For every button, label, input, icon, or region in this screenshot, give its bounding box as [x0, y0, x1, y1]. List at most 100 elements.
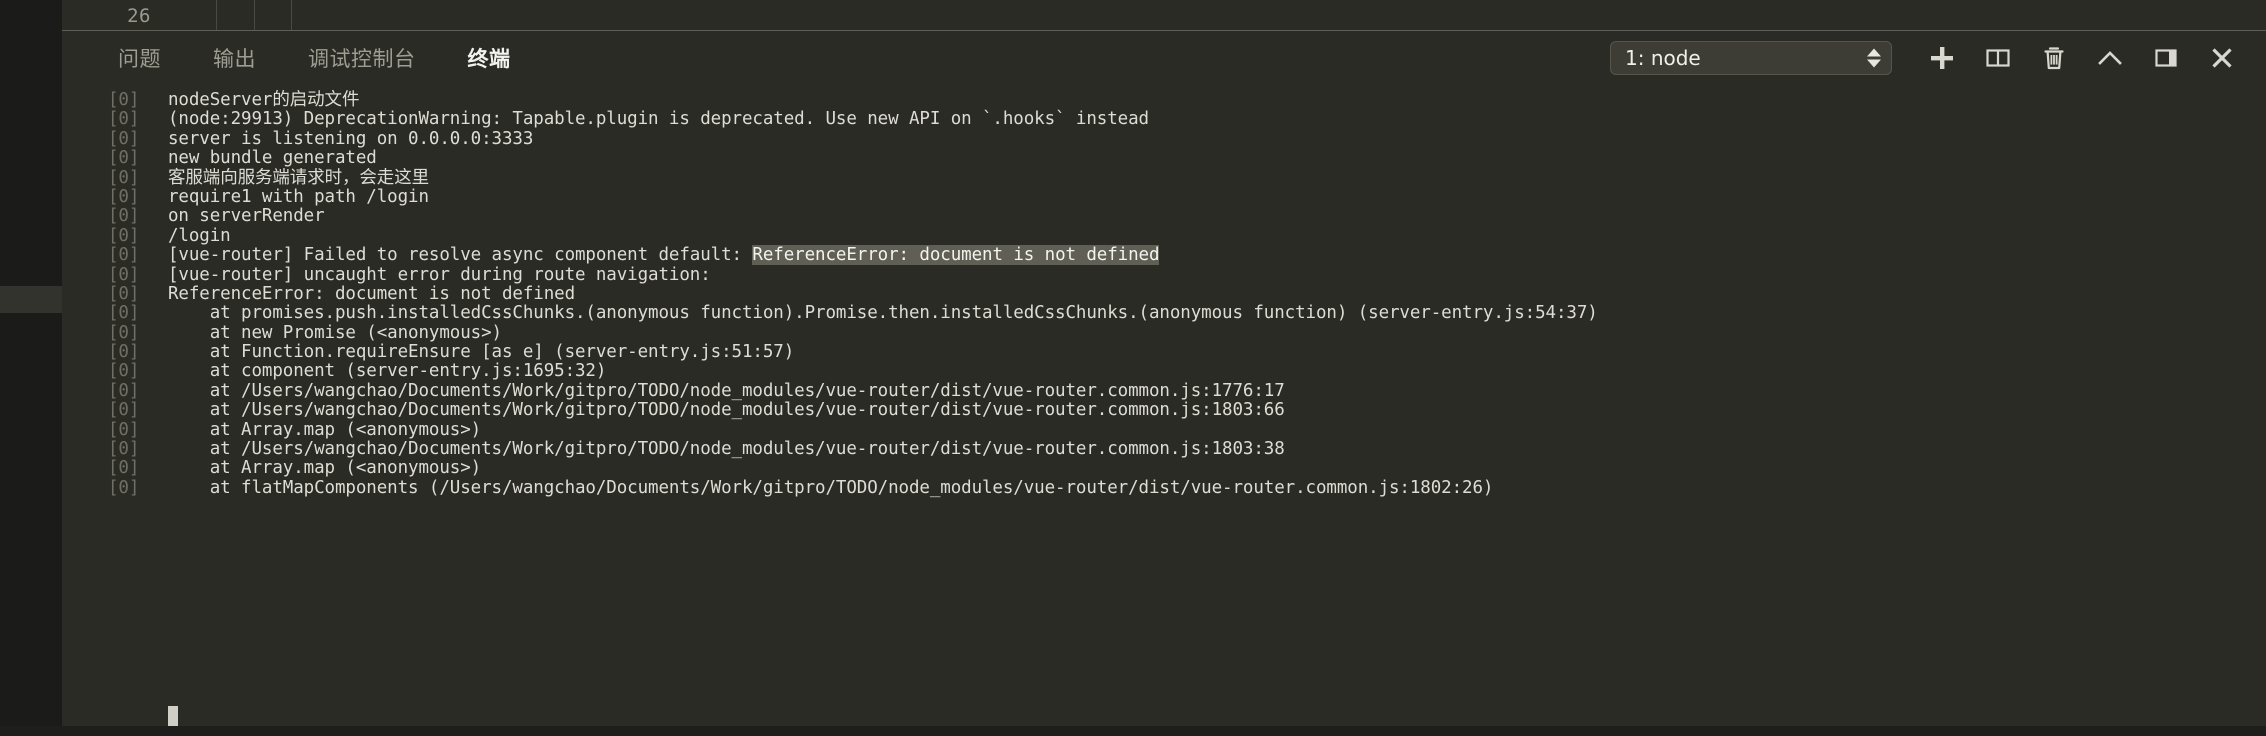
terminal-instance-select-value: 1: node — [1625, 46, 1701, 70]
chevron-down-icon — [1867, 59, 1881, 68]
terminal-line-prefix: [0] — [108, 245, 140, 266]
editor-remnant-strip: 26 — [0, 0, 2266, 30]
activity-bar — [0, 0, 62, 736]
new-terminal-button[interactable] — [1914, 36, 1970, 80]
tab-terminal[interactable]: 终端 — [442, 31, 537, 85]
editor-column-divider — [254, 0, 255, 30]
chevron-up-icon — [2096, 45, 2124, 71]
terminal-line-prefix: [0] — [108, 303, 140, 324]
terminal-line: [0] at /Users/wangchao/Documents/Work/gi… — [62, 439, 2266, 460]
terminal-line: [0] at /Users/wangchao/Documents/Work/gi… — [62, 400, 2266, 421]
chevron-up-icon — [1867, 48, 1881, 57]
terminal-line-text: (node:29913) DeprecationWarning: Tapable… — [168, 109, 1149, 130]
terminal-line: [0] at /Users/wangchao/Documents/Work/gi… — [62, 380, 2266, 401]
terminal-line-prefix: [0] — [108, 264, 140, 285]
panel-tab-list: 问题 输出 调试控制台 终端 — [92, 31, 537, 85]
terminal-line-prefix: [0] — [108, 380, 140, 401]
stepper-arrows-icon[interactable] — [1867, 48, 1881, 68]
close-panel-button[interactable] — [2194, 36, 2250, 80]
terminal-line: [0] server is listening on 0.0.0.0:3333 — [62, 128, 2266, 149]
tab-problems[interactable]: 问题 — [92, 31, 187, 85]
terminal-line-text: at promises.push.installedCssChunks.(ano… — [168, 303, 1598, 324]
terminal-line-prefix: [0] — [108, 148, 140, 169]
terminal-line: [0] nodeServer的启动文件 — [62, 90, 2266, 110]
activity-bar-indicator — [0, 286, 62, 313]
terminal-line-text: on serverRender — [168, 206, 325, 227]
terminal-line-prefix: [0] — [108, 400, 140, 421]
terminal-line-prefix: [0] — [108, 109, 140, 130]
panel-actions: 1: node — [1610, 31, 2250, 85]
terminal-selection-highlight: ReferenceError: document is not defined — [752, 245, 1160, 266]
tab-output-label: 输出 — [213, 47, 256, 71]
terminal-line-prefix: [0] — [108, 458, 140, 479]
terminal-output[interactable]: [0] nodeServer的启动文件 [0] (node:29913) Deprec… — [62, 85, 2266, 736]
terminal-line-prefix: [0] — [108, 167, 140, 188]
terminal-line: [0] [vue-router] Failed to resolve async … — [62, 245, 2266, 266]
terminal-line-prefix: [0] — [108, 439, 140, 460]
vscode-window: 26 问题 输出 调试控制台 终端 1: node [0] nodeServer… — [0, 0, 2266, 736]
terminal-line-prefix: [0] — [108, 361, 140, 382]
maximize-panel-button[interactable] — [2082, 36, 2138, 80]
terminal-line-text: at Array.map (<anonymous>) — [168, 458, 482, 479]
plus-icon — [1929, 45, 1955, 71]
editor-line-number: 26 — [127, 5, 151, 27]
terminal-line-text: new bundle generated — [168, 148, 377, 169]
terminal-line: [0] at flatMapComponents (/Users/wangcha… — [62, 477, 2266, 498]
tab-debug-console-label: 调试控制台 — [308, 47, 416, 71]
terminal-line: [0] /login — [62, 225, 2266, 246]
terminal-line-text: [vue-router] Failed to resolve async com… — [168, 245, 1160, 266]
terminal-line-text: server is listening on 0.0.0.0:3333 — [168, 128, 534, 149]
status-bar — [0, 726, 2266, 736]
editor-column-divider — [291, 0, 292, 30]
terminal-line-prefix: [0] — [108, 477, 140, 498]
terminal-line-text: at /Users/wangchao/Documents/Work/gitpro… — [168, 439, 1285, 460]
panel-header: 问题 输出 调试控制台 终端 1: node — [62, 31, 2266, 85]
tab-debug-console[interactable]: 调试控制台 — [282, 31, 442, 85]
terminal-line: [0] [vue-router] uncaught error during ro… — [62, 264, 2266, 285]
terminal-line-text: at new Promise (<anonymous>) — [168, 322, 502, 343]
panel-layout-icon — [2153, 45, 2179, 71]
terminal-line-text: /login — [168, 225, 231, 246]
tab-terminal-label: 终端 — [467, 47, 511, 71]
terminal-line-prefix: [0] — [108, 225, 140, 246]
kill-terminal-button[interactable] — [2026, 36, 2082, 80]
terminal-line: [0] ReferenceError: document is not defin… — [62, 283, 2266, 304]
terminal-line-text: at Function.requireEnsure [as e] (server… — [168, 342, 795, 363]
terminal-line-prefix: [0] — [108, 342, 140, 363]
terminal-line-text: at Array.map (<anonymous>) — [168, 419, 482, 440]
terminal-line-prefix: [0] — [108, 419, 140, 440]
terminal-line: [0] at Function.requireEnsure [as e] (se… — [62, 342, 2266, 363]
terminal-line-text: ReferenceError: document is not defined — [168, 283, 575, 304]
terminal-line: [0] require1 with path /login — [62, 186, 2266, 207]
terminal-line-text: require1 with path /login — [168, 186, 429, 207]
terminal-cursor — [168, 706, 178, 726]
terminal-line-prefix: [0] — [108, 90, 140, 110]
terminal-line: [0] new bundle generated — [62, 148, 2266, 169]
terminal-line-text: at flatMapComponents (/Users/wangchao/Do… — [168, 477, 1494, 498]
close-x-icon — [2209, 45, 2235, 71]
terminal-line: [0] at promises.push.installedCssChunks.… — [62, 303, 2266, 324]
tab-output[interactable]: 输出 — [187, 31, 282, 85]
split-panel-icon — [1985, 45, 2011, 71]
toggle-panel-position-button[interactable] — [2138, 36, 2194, 80]
tab-problems-label: 问题 — [118, 47, 161, 71]
terminal-line: [0] 客服端向服务端请求时，会走这里 — [62, 167, 2266, 188]
terminal-line: [0] at Array.map (<anonymous>) — [62, 419, 2266, 440]
terminal-instance-select[interactable]: 1: node — [1610, 41, 1892, 75]
terminal-line: [0] at new Promise (<anonymous>) — [62, 322, 2266, 343]
terminal-line: [0] on serverRender — [62, 206, 2266, 227]
terminal-line: [0] at Array.map (<anonymous>) — [62, 458, 2266, 479]
terminal-line-container: [0] nodeServer的启动文件 [0] (node:29913) Deprec… — [62, 90, 2266, 498]
terminal-line-text: nodeServer的启动文件 — [168, 90, 360, 110]
terminal-line-text: at /Users/wangchao/Documents/Work/gitpro… — [168, 380, 1285, 401]
terminal-line-text: at component (server-entry.js:1695:32) — [168, 361, 607, 382]
terminal-line-prefix: [0] — [108, 322, 140, 343]
terminal-line-text: [vue-router] uncaught error during route… — [168, 264, 711, 285]
terminal-line-prefix: [0] — [108, 186, 140, 207]
trash-icon — [2041, 45, 2067, 71]
terminal-line: [0] at component (server-entry.js:1695:3… — [62, 361, 2266, 382]
terminal-line-text: at /Users/wangchao/Documents/Work/gitpro… — [168, 400, 1285, 421]
bottom-panel: 问题 输出 调试控制台 终端 1: node [0] nodeServer的启动… — [62, 31, 2266, 736]
split-terminal-button[interactable] — [1970, 36, 2026, 80]
terminal-line-text: 客服端向服务端请求时，会走这里 — [168, 167, 429, 188]
